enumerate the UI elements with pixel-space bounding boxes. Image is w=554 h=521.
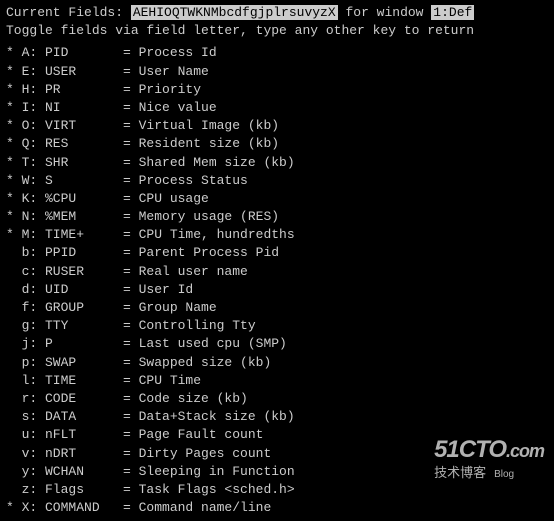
field-row-O[interactable]: * O: VIRT = Virtual Image (kb): [6, 117, 548, 135]
header-line: Current Fields: AEHIOQTWKNMbcdfgjplrsuvy…: [6, 4, 548, 22]
field-row-W[interactable]: * W: S = Process Status: [6, 172, 548, 190]
terminal-output: Current Fields: AEHIOQTWKNMbcdfgjplrsuvy…: [0, 0, 554, 521]
field-row-y[interactable]: y: WCHAN = Sleeping in Function: [6, 463, 548, 481]
header-label: Current Fields:: [6, 5, 131, 20]
field-row-A[interactable]: * A: PID = Process Id: [6, 44, 548, 62]
field-row-g[interactable]: g: TTY = Controlling Tty: [6, 317, 548, 335]
instruction-line: Toggle fields via field letter, type any…: [6, 22, 548, 40]
field-row-Q[interactable]: * Q: RES = Resident size (kb): [6, 135, 548, 153]
fields-list[interactable]: * A: PID = Process Id* E: USER = User Na…: [6, 44, 548, 517]
field-row-f[interactable]: f: GROUP = Group Name: [6, 299, 548, 317]
header-mid: for window: [338, 5, 432, 20]
field-row-z[interactable]: z: Flags = Task Flags <sched.h>: [6, 481, 548, 499]
field-row-s[interactable]: s: DATA = Data+Stack size (kb): [6, 408, 548, 426]
field-row-l[interactable]: l: TIME = CPU Time: [6, 372, 548, 390]
field-row-c[interactable]: c: RUSER = Real user name: [6, 263, 548, 281]
field-row-v[interactable]: v: nDRT = Dirty Pages count: [6, 445, 548, 463]
field-row-b[interactable]: b: PPID = Parent Process Pid: [6, 244, 548, 262]
field-row-H[interactable]: * H: PR = Priority: [6, 81, 548, 99]
current-fields-string: AEHIOQTWKNMbcdfgjplrsuvyzX: [131, 5, 338, 20]
window-id: 1:Def: [431, 5, 474, 20]
field-row-M[interactable]: * M: TIME+ = CPU Time, hundredths: [6, 226, 548, 244]
field-row-d[interactable]: d: UID = User Id: [6, 281, 548, 299]
field-row-K[interactable]: * K: %CPU = CPU usage: [6, 190, 548, 208]
field-row-X[interactable]: * X: COMMAND = Command name/line: [6, 499, 548, 517]
field-row-u[interactable]: u: nFLT = Page Fault count: [6, 426, 548, 444]
field-row-j[interactable]: j: P = Last used cpu (SMP): [6, 335, 548, 353]
field-row-E[interactable]: * E: USER = User Name: [6, 63, 548, 81]
field-row-I[interactable]: * I: NI = Nice value: [6, 99, 548, 117]
field-row-N[interactable]: * N: %MEM = Memory usage (RES): [6, 208, 548, 226]
field-row-r[interactable]: r: CODE = Code size (kb): [6, 390, 548, 408]
field-row-p[interactable]: p: SWAP = Swapped size (kb): [6, 354, 548, 372]
field-row-T[interactable]: * T: SHR = Shared Mem size (kb): [6, 154, 548, 172]
